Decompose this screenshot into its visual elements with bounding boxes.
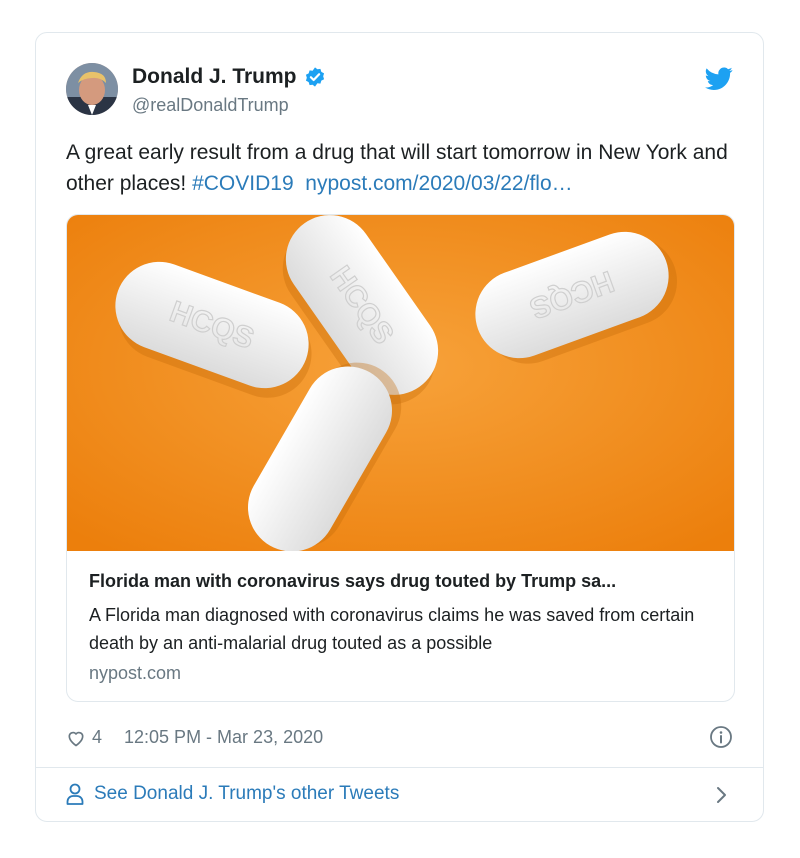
article-description: A Florida man diagnosed with coronavirus… [89, 605, 695, 653]
article-thumbnail-image[interactable]: HCQS HCQS HCQS [67, 215, 735, 551]
chevron-right-icon[interactable] [715, 785, 729, 805]
author-name-row[interactable]: Donald J. Trump [132, 65, 326, 89]
heart-icon[interactable] [66, 728, 86, 748]
hashtag-link[interactable]: #COVID19 [192, 172, 294, 195]
twitter-bird-icon[interactable] [705, 67, 733, 91]
embedded-tweet-card: Donald J. Trump @realDonaldTrump A great… [35, 32, 764, 822]
display-name[interactable]: Donald J. Trump [132, 65, 297, 89]
tweet-timestamp[interactable]: 12:05 PM - Mar 23, 2020 [124, 727, 323, 748]
verified-badge-icon [305, 67, 324, 87]
person-icon [66, 783, 84, 805]
see-other-tweets-link[interactable]: See Donald J. Trump's other Tweets [66, 783, 399, 805]
see-other-tweets-label[interactable]: See Donald J. Trump's other Tweets [94, 783, 399, 805]
author-handle[interactable]: @realDonaldTrump [132, 95, 289, 116]
tweet-meta-row: 4 12:05 PM - Mar 23, 2020 [66, 727, 323, 748]
like-count[interactable]: 4 [92, 727, 102, 748]
link-preview-card[interactable]: HCQS HCQS HCQS Florida man with coronavi… [66, 214, 735, 702]
info-icon[interactable] [709, 725, 733, 749]
footer-divider [36, 767, 763, 768]
article-title: Florida man with coronavirus says drug t… [89, 571, 617, 591]
avatar[interactable] [66, 63, 118, 115]
article-domain: nypost.com [89, 663, 182, 683]
tweet-text: A great early result from a drug that wi… [66, 137, 746, 199]
tweet-url-link[interactable]: nypost.com/2020/03/22/flo… [305, 172, 572, 195]
